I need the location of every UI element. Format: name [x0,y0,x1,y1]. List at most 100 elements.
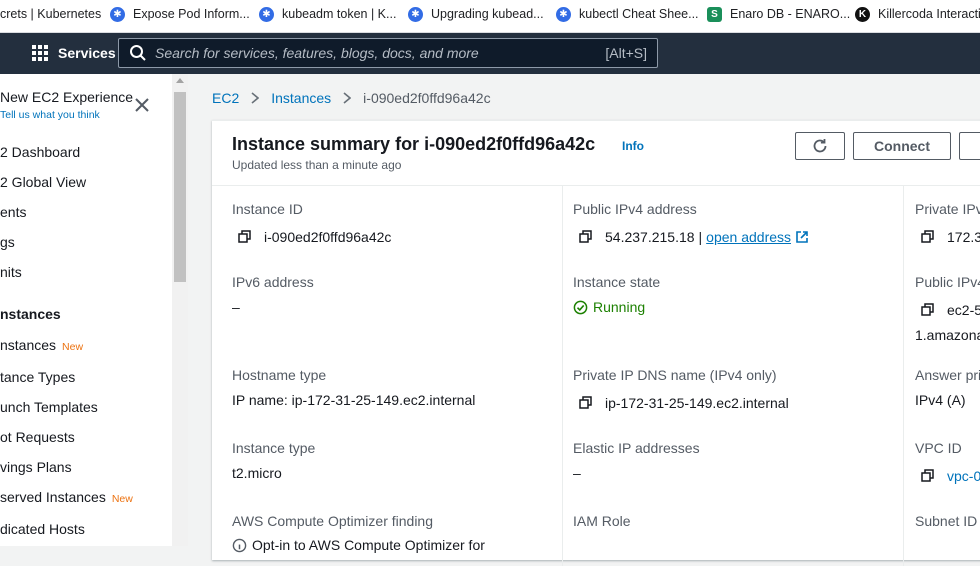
public-dns-label: Public IPv4 [915,274,980,290]
aws-top-nav: Services Search for services, features, … [0,33,980,74]
kubernetes-icon: ✱ [556,6,571,22]
bookmark-label: Killercoda Interactiv [878,7,980,21]
services-menu-button[interactable]: Services [32,43,116,63]
bookmark-enaro-db[interactable]: S Enaro DB - ENARO... [707,0,850,28]
private-dns-value: ip-172-31-25-149.ec2.internal [579,395,789,411]
instance-id-label: Instance ID [232,201,303,217]
grid-icon [32,45,48,61]
bookmark-upgrading-kubeadm[interactable]: ✱ Upgrading kubead... [408,0,544,28]
optimizer-value: Opt-in to AWS Compute Optimizer for [232,537,485,553]
open-address-link[interactable]: open address [706,229,791,245]
copy-icon[interactable] [921,469,935,483]
search-input[interactable]: Search for services, features, blogs, do… [118,38,658,68]
kubernetes-icon: ✱ [408,6,423,22]
public-ipv4-label: Public IPv4 address [573,201,697,217]
chevron-right-icon [343,92,352,104]
public-dns-value: ec2-5 [921,302,980,318]
sidebar-item-limits[interactable]: nits [0,264,22,280]
instance-state-value: Running [573,299,645,315]
subnet-id-label: Subnet ID [915,513,978,529]
scroll-up-arrow[interactable] [176,78,184,83]
sidebar-scrollbar-thumb[interactable] [174,92,186,282]
bookmark-label: Upgrading kubead... [431,7,544,21]
sidebar: New EC2 Experience Tell us what you thin… [0,74,172,546]
bookmark-label: Enaro DB - ENARO... [730,7,851,21]
vpc-id-label: VPC ID [915,440,962,456]
hostname-type-value: IP name: ip-172-31-25-149.ec2.internal [232,392,476,408]
sidebar-title: New EC2 Experience [0,89,134,105]
new-badge: New [62,341,84,353]
search-icon [130,45,146,61]
copy-icon[interactable] [921,303,935,317]
killercoda-icon: K [855,6,870,22]
answer-name-value: IPv4 (A) [915,392,966,408]
iam-role-label: IAM Role [573,513,631,529]
panel-divider [212,185,980,186]
info-icon [232,538,247,552]
chevron-right-icon [251,92,260,104]
connect-button[interactable]: Connect [853,132,951,160]
updated-text: Updated less than a minute ago [232,158,402,172]
copy-icon[interactable] [921,230,935,244]
info-link[interactable]: Info [622,139,644,153]
answer-name-label: Answer pri [915,367,980,383]
instance-type-label: Instance type [232,440,316,456]
bookmark-killercoda[interactable]: K Killercoda Interactiv [855,0,980,28]
breadcrumb-instances[interactable]: Instances [271,90,331,106]
services-label: Services [58,45,116,61]
sidebar-item-instance-types[interactable]: tance Types [0,369,75,385]
private-dns-label: Private IP DNS name (IPv4 only) [573,367,777,383]
instance-id-value: i-090ed2f0ffd96a42c [238,229,391,245]
sidebar-item-tags[interactable]: gs [0,234,15,250]
ipv6-value: – [232,299,240,315]
external-link-icon[interactable] [795,230,809,244]
public-dns-value-cont: 1.amazona [915,327,980,343]
kubernetes-icon: ✱ [259,6,274,22]
bookmark-kubernetes-secrets[interactable]: crets | Kubernetes [0,0,101,28]
bookmark-kubeadm-token[interactable]: ✱ kubeadm token | K... [259,0,396,28]
bookmark-kubectl-cheat-sheet[interactable]: ✱ kubectl Cheat Shee... [556,0,699,28]
copy-icon[interactable] [238,230,252,244]
page-title: Instance summary for i-090ed2f0ffd96a42c [232,134,596,154]
sheets-icon: S [707,6,722,22]
sidebar-item-dedicated-hosts[interactable]: dicated Hosts [0,521,85,537]
search-shortcut: [Alt+S] [605,45,647,61]
optimizer-label: AWS Compute Optimizer finding [232,513,433,529]
vpc-id-value: vpc-0 [921,468,980,484]
instance-summary-panel: Instance summary for i-090ed2f0ffd96a42c… [212,120,980,566]
kubernetes-icon: ✱ [110,6,125,22]
public-ipv4-value: 54.237.215.18 | open address [579,229,809,245]
sidebar-item-launch-templates[interactable]: unch Templates [0,399,98,415]
copy-icon[interactable] [579,230,593,244]
breadcrumb-current: i-090ed2f0ffd96a42c [363,90,491,106]
new-badge: New [111,493,133,505]
sidebar-item-events[interactable]: ents [0,204,26,220]
sidebar-item-global-view[interactable]: 2 Global View [0,174,86,190]
bookmark-label: crets | Kubernetes [0,7,102,21]
search-placeholder: Search for services, features, blogs, do… [155,45,479,61]
sidebar-item-savings-plans[interactable]: vings Plans [0,459,72,475]
column-divider [903,186,904,566]
feedback-link[interactable]: Tell us what you think [0,109,100,121]
bookmark-expose-pod[interactable]: ✱ Expose Pod Inform... [110,0,250,28]
bookmark-label: kubectl Cheat Shee... [579,7,699,21]
instance-state-button[interactable] [959,132,980,160]
refresh-icon [813,139,827,153]
bookmark-label: Expose Pod Inform... [133,7,250,21]
copy-icon[interactable] [579,396,593,410]
vpc-id-link[interactable]: vpc-0 [947,468,980,484]
private-ipv4-label: Private IPv [915,201,980,217]
sidebar-item-spot-requests[interactable]: ot Requests [0,429,75,445]
sidebar-section-instances[interactable]: nstances [0,306,61,322]
sidebar-item-dashboard[interactable]: 2 Dashboard [0,144,80,160]
instance-state-label: Instance state [573,274,661,290]
hostname-type-label: Hostname type [232,367,327,383]
sidebar-item-reserved-instances[interactable]: served Instances New [0,489,133,505]
breadcrumb-ec2[interactable]: EC2 [212,90,239,106]
sidebar-item-instances[interactable]: nstances New [0,337,83,353]
private-ipv4-value: 172.3 [921,229,980,245]
ipv6-label: IPv6 address [232,274,314,290]
refresh-button[interactable] [795,132,845,160]
close-icon[interactable] [133,96,151,114]
bookmarks-bar: crets | Kubernetes ✱ Expose Pod Inform..… [0,0,980,33]
